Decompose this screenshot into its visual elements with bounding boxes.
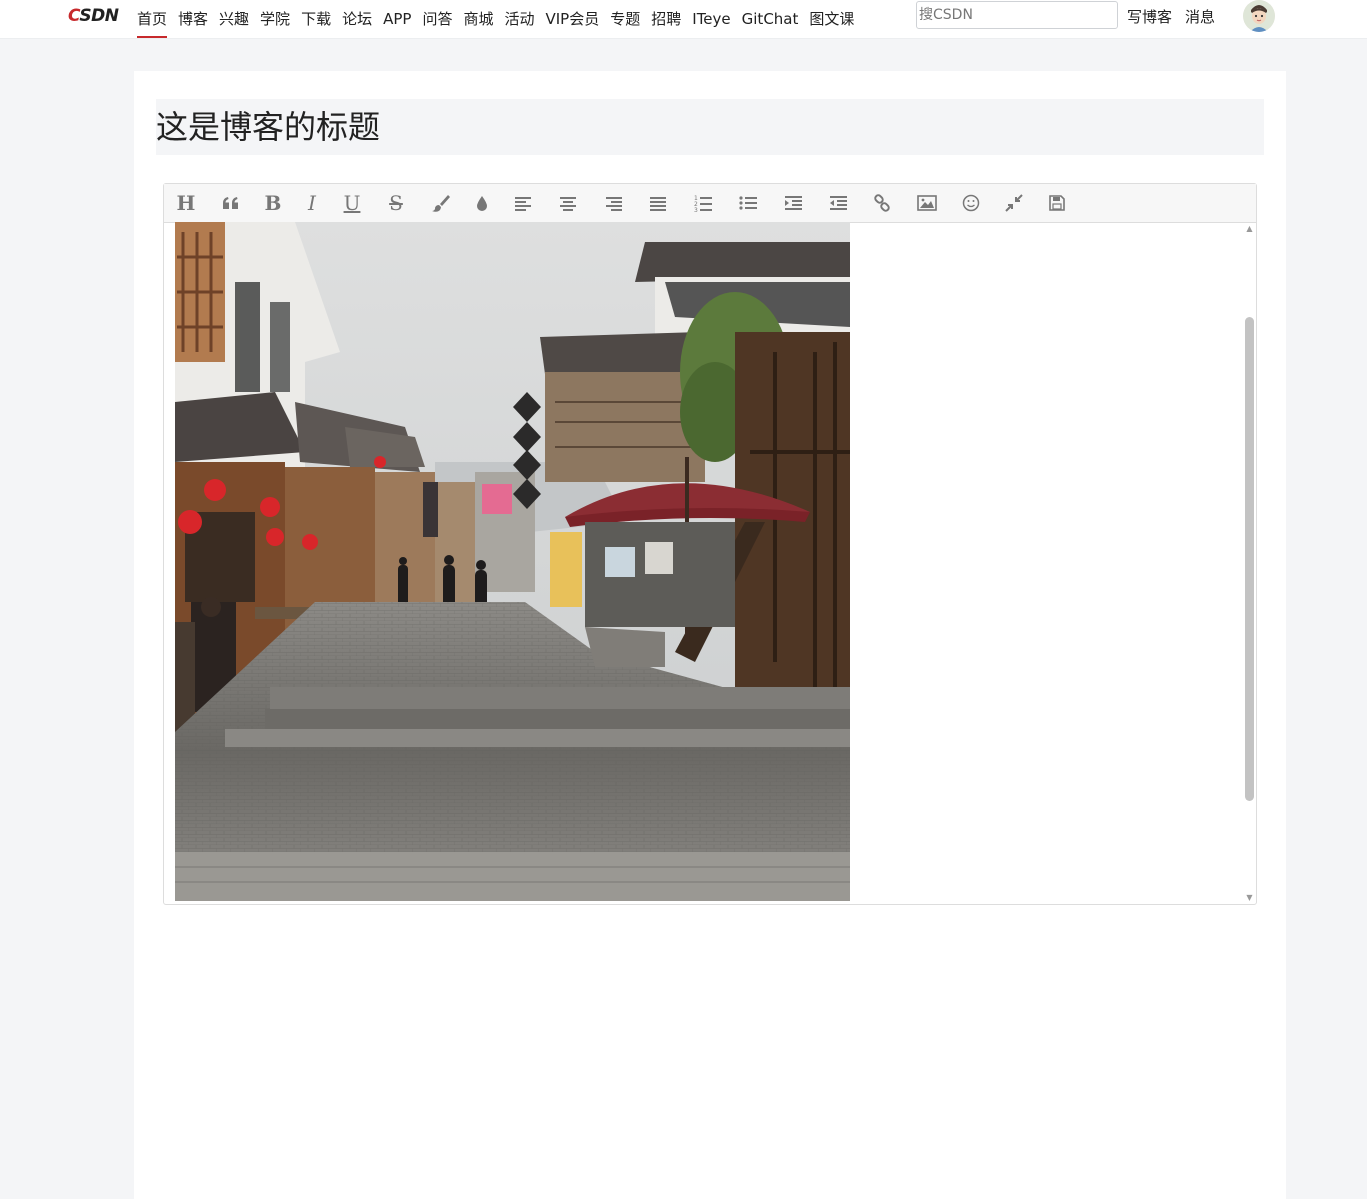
bold-glyph: B (264, 191, 282, 215)
nav-item-blog[interactable]: 博客 (178, 2, 208, 36)
quote-icon[interactable] (219, 191, 243, 215)
nav-item-forum[interactable]: 论坛 (342, 2, 372, 36)
write-blog-link[interactable]: 写博客 (1127, 0, 1172, 34)
save-icon[interactable] (1045, 191, 1069, 215)
nav-item-iteye[interactable]: ITeye (692, 2, 730, 36)
align-center-icon[interactable] (556, 191, 580, 215)
nav-item-app[interactable]: APP (383, 2, 411, 36)
align-left-icon[interactable] (511, 191, 535, 215)
avatar[interactable] (1243, 0, 1275, 32)
editor-scrollbar[interactable]: ▲ ▼ (1243, 222, 1255, 904)
outdent-icon[interactable] (826, 191, 850, 215)
messages-link[interactable]: 消息 (1185, 0, 1215, 34)
align-right-icon[interactable] (602, 191, 626, 215)
strikethrough-icon[interactable]: S (384, 191, 408, 215)
nav-item-home[interactable]: 首页 (137, 2, 168, 38)
heading-glyph: H (176, 191, 196, 215)
editor-toolbar: H B I U S 1 2 3 (164, 184, 1256, 223)
logo-accent: C (68, 6, 80, 26)
nav-item-qa[interactable]: 问答 (422, 2, 452, 36)
post-title[interactable]: 这是博客的标题 (156, 107, 380, 147)
color-drop-icon[interactable] (470, 191, 494, 215)
search-input[interactable] (916, 1, 1118, 29)
rich-text-editor: H B I U S 1 2 3 ▲ ▼ (163, 183, 1257, 905)
underline-icon[interactable]: U (340, 191, 364, 215)
title-field[interactable]: 这是博客的标题 (156, 99, 1264, 155)
scrollbar-thumb[interactable] (1245, 317, 1254, 801)
nav-item-gitchat[interactable]: GitChat (742, 2, 799, 36)
top-navbar: CSDN 首页 博客 兴趣 学院 下载 论坛 APP 问答 商城 活动 VIP会… (0, 0, 1367, 39)
logo-rest: SDN (79, 6, 119, 26)
svg-text:3: 3 (694, 207, 698, 212)
csdn-logo[interactable]: CSDN (68, 5, 124, 27)
compress-icon[interactable] (1002, 191, 1026, 215)
editor-content[interactable]: ▲ ▼ (164, 222, 1256, 904)
main-nav: 首页 博客 兴趣 学院 下载 论坛 APP 问答 商城 活动 VIP会员 专题 … (137, 0, 865, 38)
nav-item-interest[interactable]: 兴趣 (219, 2, 249, 36)
brush-icon[interactable] (429, 191, 453, 215)
italic-icon[interactable]: I (300, 191, 324, 215)
scroll-up-icon[interactable]: ▲ (1245, 224, 1254, 233)
emoji-icon[interactable] (959, 191, 983, 215)
align-justify-icon[interactable] (646, 191, 670, 215)
nav-item-courses[interactable]: 图文课 (809, 2, 854, 36)
nav-item-jobs[interactable]: 招聘 (651, 2, 681, 36)
underline-glyph: U (343, 191, 361, 215)
avatar-image (1243, 0, 1275, 32)
editor-card: 这是博客的标题 H B I U S 1 2 3 ▲ ▼ (134, 71, 1286, 1199)
link-icon[interactable] (870, 191, 894, 215)
scroll-down-icon[interactable]: ▼ (1245, 893, 1254, 902)
nav-item-topics[interactable]: 专题 (610, 2, 640, 36)
heading-icon[interactable]: H (174, 191, 198, 215)
indent-icon[interactable] (781, 191, 805, 215)
nav-item-download[interactable]: 下载 (301, 2, 331, 36)
nav-item-mall[interactable]: 商城 (463, 2, 493, 36)
inserted-photo[interactable] (175, 222, 850, 901)
unordered-list-icon[interactable] (736, 191, 760, 215)
bold-icon[interactable]: B (261, 191, 285, 215)
image-icon[interactable] (915, 191, 939, 215)
italic-glyph: I (308, 191, 316, 215)
strikethrough-glyph: S (389, 191, 403, 215)
nav-item-vip[interactable]: VIP会员 (546, 2, 600, 36)
ordered-list-icon[interactable]: 123 (691, 191, 715, 215)
nav-item-events[interactable]: 活动 (504, 2, 534, 36)
nav-item-academy[interactable]: 学院 (260, 2, 290, 36)
